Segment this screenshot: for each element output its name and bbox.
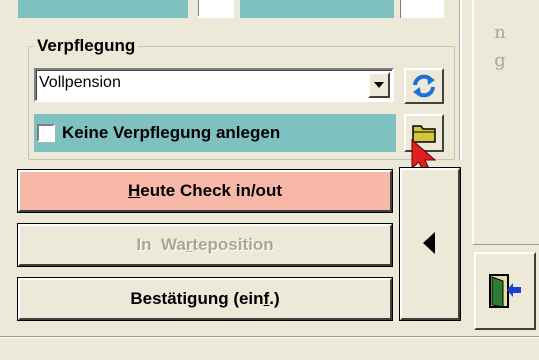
no-meals-label: Keine Verpflegung anlegen xyxy=(62,123,281,142)
top-field-right xyxy=(240,0,394,18)
checkin-mnemonic: H xyxy=(128,181,141,200)
no-meals-checkbox[interactable] xyxy=(37,124,55,142)
confirm-label-a: Bestätigung (ein xyxy=(130,289,264,308)
side-letter-g: g xyxy=(494,50,506,71)
status-bar xyxy=(0,336,539,360)
top-field-left xyxy=(18,0,188,18)
waiting-position-button[interactable]: In Wa r teposition xyxy=(17,223,393,267)
refresh-icon xyxy=(413,74,435,98)
side-letter-n: n xyxy=(494,22,506,43)
refresh-button[interactable] xyxy=(404,68,444,104)
waiting-mnemonic: r xyxy=(185,235,193,254)
triangle-left-icon xyxy=(423,232,435,254)
checkin-today-button[interactable]: Heute Check in/out xyxy=(17,169,393,213)
top-field-left-small xyxy=(198,0,234,18)
dropdown-arrow-button[interactable] xyxy=(368,72,390,98)
exit-button[interactable] xyxy=(474,252,536,330)
confirmation-button[interactable]: Bestätigung (ein f.) xyxy=(17,277,393,321)
waiting-label-b: teposition xyxy=(192,235,274,254)
confirm-label-b: .) xyxy=(269,289,280,308)
top-field-right-small xyxy=(400,0,444,18)
chevron-down-icon xyxy=(374,82,384,88)
panel-divider xyxy=(460,0,462,160)
meal-plan-value: Vollpension xyxy=(39,74,121,91)
meal-plan-dropdown[interactable]: Vollpension xyxy=(34,68,394,102)
meals-group-title: Verpflegung xyxy=(34,36,139,56)
door-exit-icon xyxy=(489,274,521,308)
checkin-label: eute Check in/out xyxy=(140,181,282,200)
side-panel: n g xyxy=(472,0,539,245)
waiting-label-a: In Wa xyxy=(136,235,186,254)
collapse-panel-button[interactable] xyxy=(399,167,461,321)
